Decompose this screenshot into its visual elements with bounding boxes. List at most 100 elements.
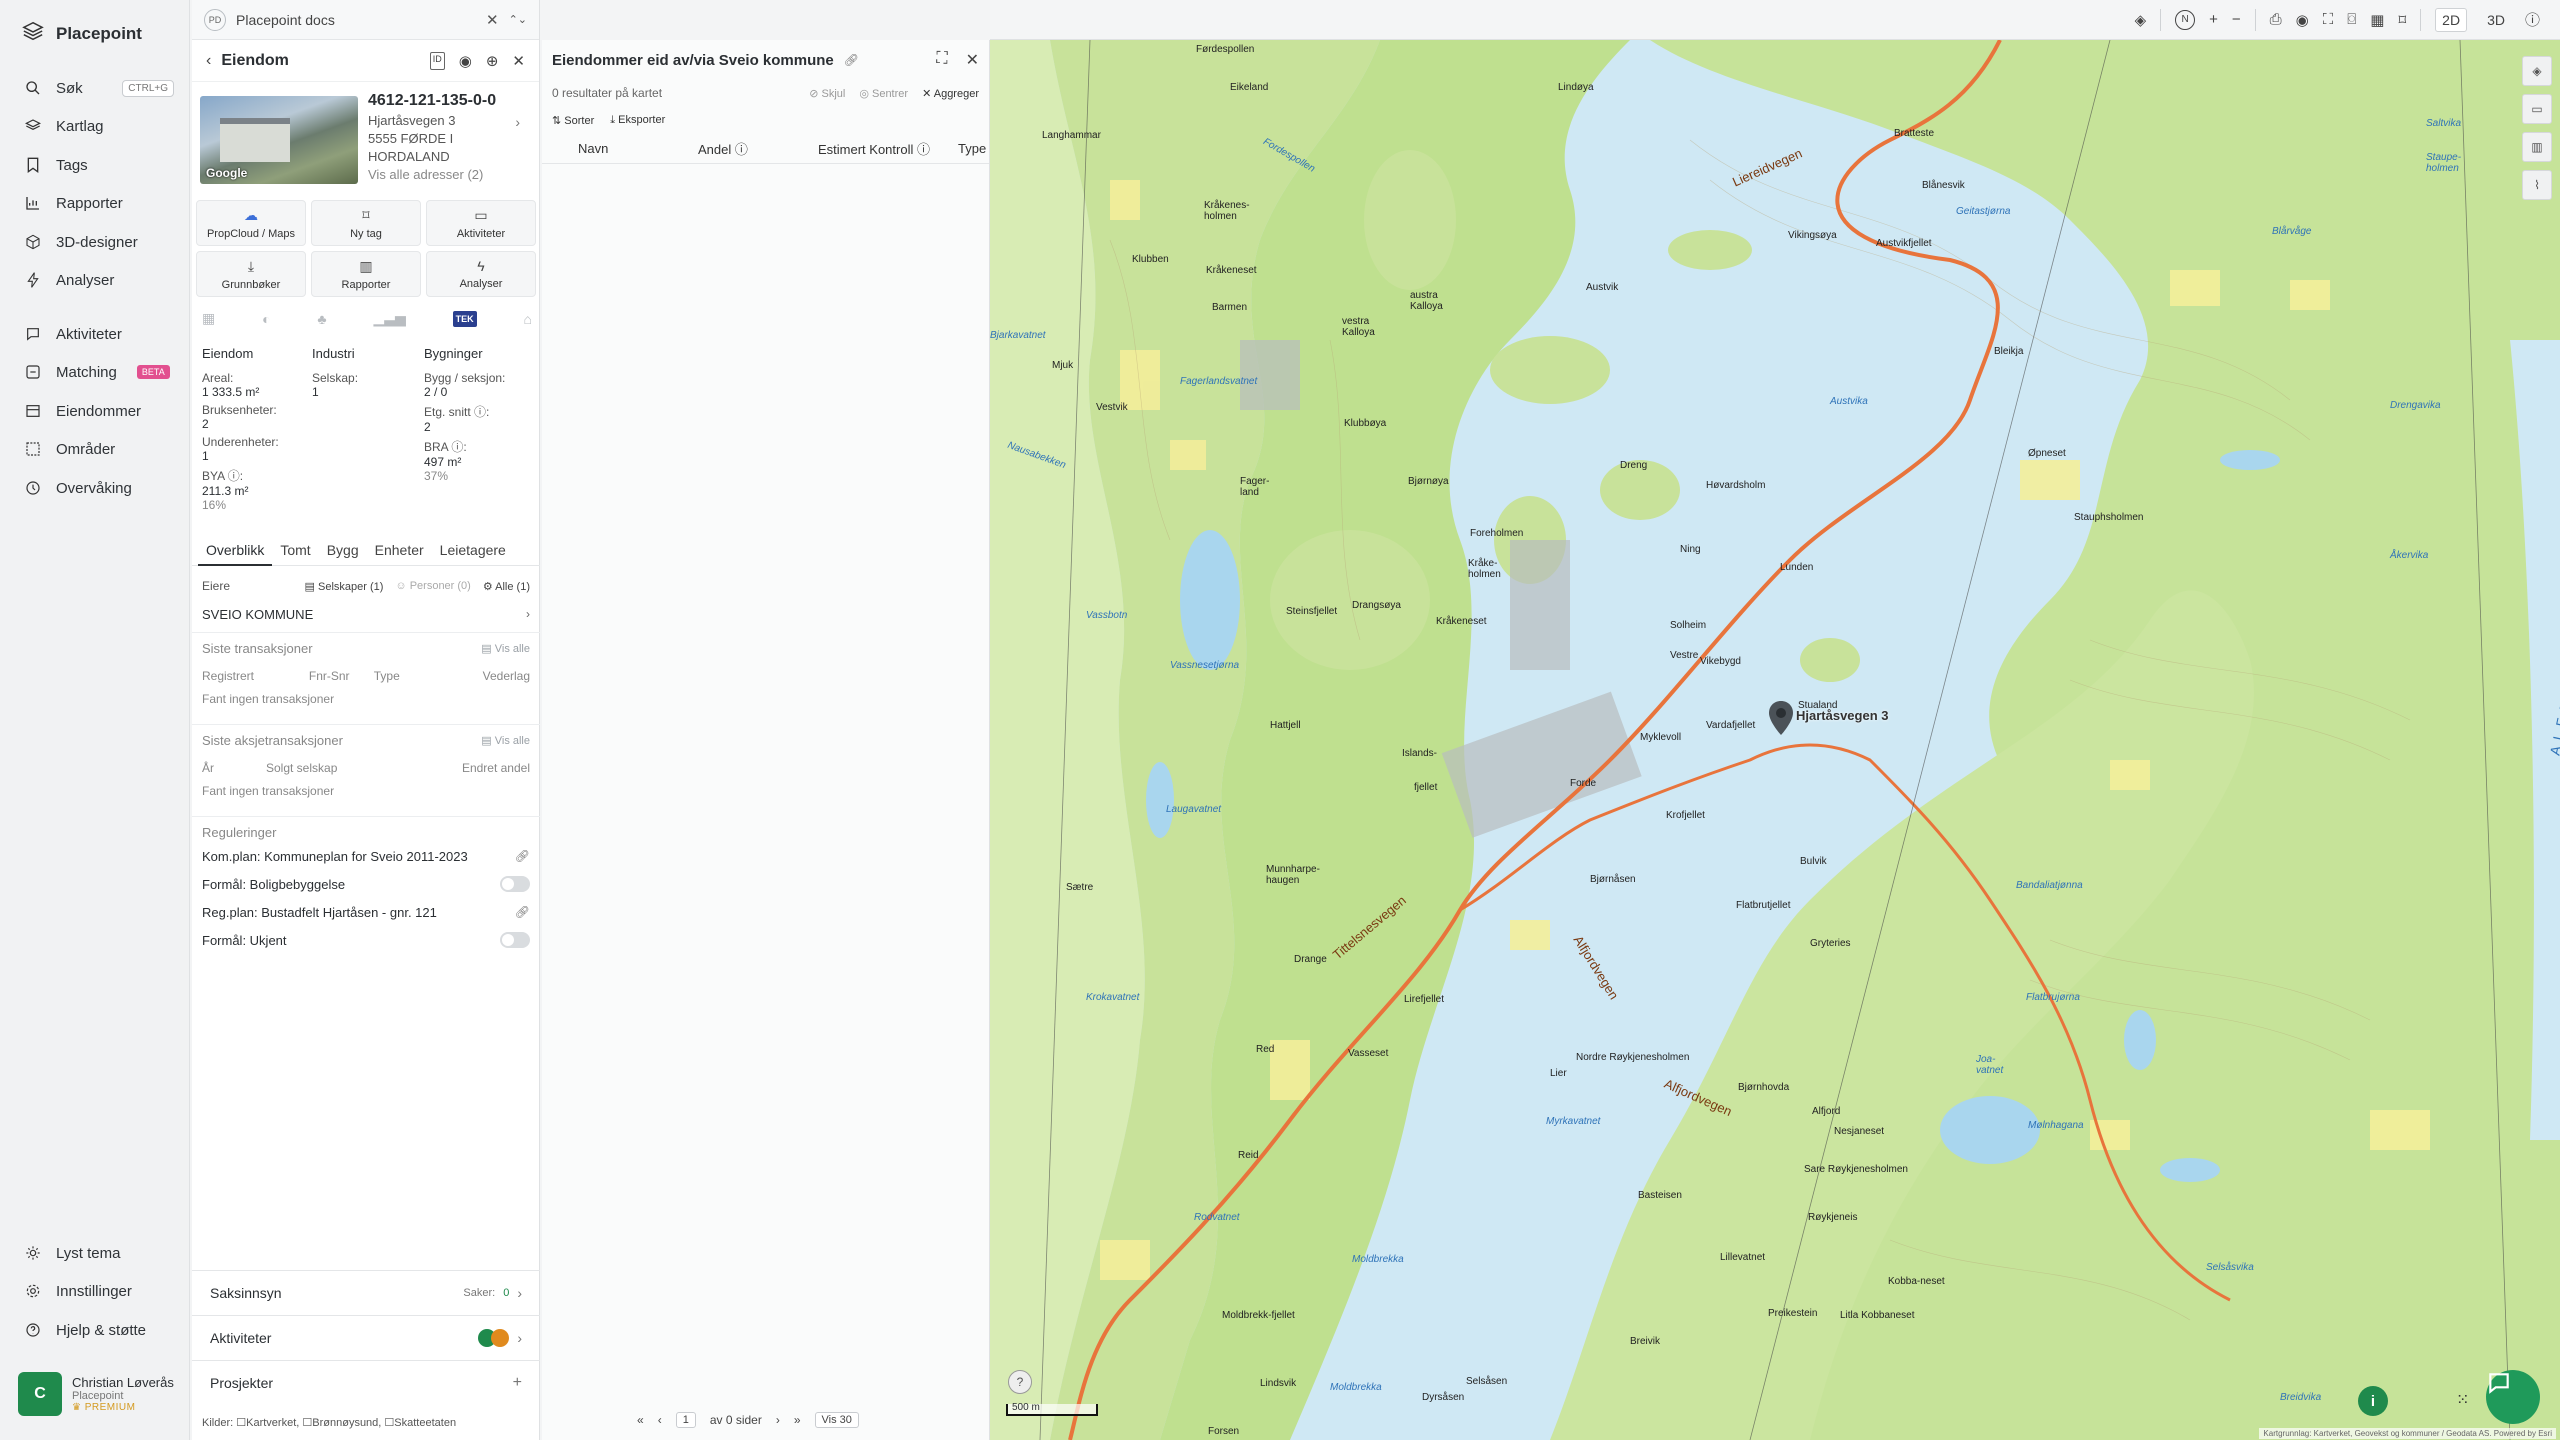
accordion-saksinnsyn[interactable]: Saksinnsyn Saker: 0 › [192, 1270, 540, 1314]
nav-item-help[interactable]: Hjelp & støtte [24, 1316, 174, 1344]
print-icon[interactable]: ⎙ [2270, 11, 2282, 28]
prev-page-icon[interactable]: ‹ [658, 1413, 662, 1427]
col-header[interactable]: Navn [578, 141, 698, 156]
profile-tool-icon[interactable]: ⌇ [2522, 170, 2552, 200]
eye-icon[interactable]: ◉ [2296, 11, 2309, 29]
tab-overblikk[interactable]: Overblikk [198, 542, 273, 566]
tek-badge[interactable]: TEK [452, 310, 477, 327]
back-icon[interactable]: ‹ [206, 52, 211, 70]
chevron-right-icon[interactable]: › [515, 114, 520, 130]
street-view-photo[interactable]: Google [200, 96, 358, 184]
apps-grid-icon[interactable]: ⁙ [2456, 1390, 2469, 1410]
owner-row[interactable]: SVEIO KOMMUNE › [202, 604, 530, 624]
tab-bygg[interactable]: Bygg [319, 542, 367, 566]
chat-support-button[interactable] [2486, 1370, 2540, 1424]
nav-item-rapporter[interactable]: Rapporter [24, 189, 174, 217]
col-header[interactable]: Andel ⓘ [698, 139, 818, 158]
filter-persons[interactable]: ☺ Personer (0) [395, 580, 470, 593]
user-profile[interactable]: C Christian Løverås Placepoint ♛ PREMIUM [18, 1372, 174, 1416]
filter-all[interactable]: ⚙ Alle (1) [483, 580, 530, 593]
bars-icon[interactable]: ▁▃▅ [373, 310, 405, 327]
regulation-toggle[interactable] [500, 876, 530, 892]
link-icon[interactable]: 🔗︎ [844, 53, 859, 67]
compass-icon[interactable]: N [2175, 9, 2196, 30]
sort-button[interactable]: ⇅ Sorter [552, 114, 594, 127]
nav-item-search[interactable]: Søk CTRL+G [24, 74, 174, 102]
add-project-icon[interactable]: + [513, 1374, 522, 1392]
regulation-row[interactable]: Reg.plan: Bustadfelt Hjartåsen - gnr. 12… [202, 898, 530, 926]
zoom-in-icon[interactable]: + [2209, 11, 2218, 28]
close-icon[interactable]: ✕ [512, 52, 525, 70]
export-button[interactable]: ⤓ Eksporter [610, 114, 665, 127]
expand-icon[interactable]: ⛶ [936, 50, 947, 70]
layers-icon[interactable]: ◈ [2135, 11, 2147, 29]
view-2d-button[interactable]: 2D [2435, 7, 2468, 32]
page-size-select[interactable]: Vis 30 [814, 1412, 859, 1428]
link-icon[interactable]: 🔗︎ [515, 905, 530, 919]
accordion-prosjekter[interactable]: Prosjekter + [192, 1360, 540, 1404]
nav-item-matching[interactable]: Matching BETA [24, 358, 174, 386]
activities-button[interactable]: ▭ Aktiviteter [426, 200, 536, 246]
view-all-link[interactable]: ▤ Vis alle [481, 734, 530, 747]
nav-item-light-theme[interactable]: Lyst tema [24, 1239, 174, 1267]
center-button[interactable]: ◎ Sentrer [859, 87, 908, 100]
nav-item-tags[interactable]: Tags [24, 151, 174, 179]
chevron-updown-icon[interactable]: ⌃⌄ [509, 13, 527, 26]
bookmark-icon[interactable]: ⌑ [2398, 11, 2406, 29]
source-link[interactable]: ☐Brønnøysund, [302, 1417, 381, 1429]
layers-tool-icon[interactable]: ◈ [2522, 56, 2552, 86]
new-tag-button[interactable]: ⌑ Ny tag [311, 200, 421, 246]
tab-tomt[interactable]: Tomt [272, 542, 318, 566]
col-header[interactable]: Type [958, 141, 986, 156]
source-link[interactable]: ☐Kartverket, [236, 1417, 299, 1429]
all-addresses-link[interactable]: Vis alle adresser (2) [368, 168, 528, 182]
filter-companies[interactable]: ▤ Selskaper (1) [305, 580, 384, 593]
doc-tab-title[interactable]: Placepoint docs [236, 12, 476, 28]
col-header[interactable]: Estimert Kontroll ⓘ [818, 139, 958, 158]
brand[interactable]: Placepoint [22, 20, 142, 47]
regulation-toggle[interactable] [500, 932, 530, 948]
camera-icon[interactable]: ⌼ [2347, 11, 2356, 28]
link-icon[interactable]: 🔗︎ [515, 849, 530, 863]
last-page-icon[interactable]: » [794, 1413, 801, 1427]
next-page-icon[interactable]: › [776, 1413, 780, 1427]
page-input[interactable]: 1 [675, 1412, 696, 1428]
land-registry-button[interactable]: ⤓ Grunnbøker [196, 251, 306, 297]
fullscreen-icon[interactable]: ⛶ [2323, 11, 2334, 28]
nav-item-eiendommer[interactable]: Eiendommer [24, 397, 174, 425]
house-icon[interactable]: ⌂ [524, 311, 532, 327]
source-a-icon[interactable]: ▦ [202, 310, 215, 327]
target-icon[interactable]: ⊕ [486, 52, 499, 70]
ruler-tool-icon[interactable]: ▭ [2522, 94, 2552, 124]
tab-leietagere[interactable]: Leietagere [432, 542, 514, 566]
eye-icon[interactable]: ◉ [459, 52, 472, 70]
help-icon[interactable]: ? [1008, 1370, 1032, 1394]
first-page-icon[interactable]: « [637, 1413, 644, 1427]
close-icon[interactable]: ✕ [966, 50, 979, 70]
nav-item-overvaking[interactable]: Overvåking [24, 474, 174, 502]
hide-button[interactable]: ⊘ Skjul [809, 87, 845, 100]
info-icon[interactable]: ⓘ [2525, 9, 2540, 30]
source-c-icon[interactable]: ♣ [317, 311, 326, 327]
aggregate-button[interactable]: ✕ Aggreger [922, 87, 979, 100]
nav-item-kartlag[interactable]: Kartlag [24, 112, 174, 140]
nav-item-settings[interactable]: Innstillinger [24, 1277, 174, 1305]
source-link[interactable]: ☐Skatteetaten [384, 1417, 456, 1429]
reports-button[interactable]: ▥ Rapporter [311, 251, 421, 297]
propcloud-button[interactable]: ☁ PropCloud / Maps [196, 200, 306, 246]
regulation-row[interactable]: Kom.plan: Kommuneplan for Sveio 2011-202… [202, 842, 530, 870]
zoom-out-icon[interactable]: − [2232, 11, 2241, 28]
source-b-icon[interactable]: ◐ [262, 311, 270, 327]
id-card-icon[interactable]: ID [429, 51, 445, 70]
view-all-link[interactable]: ▤ Vis alle [481, 642, 530, 655]
accordion-aktiviteter[interactable]: Aktiviteter › [192, 1315, 540, 1359]
nav-item-omrader[interactable]: Områder [24, 435, 174, 463]
close-icon[interactable]: ✕ [486, 11, 499, 29]
nav-item-aktiviteter[interactable]: Aktiviteter [24, 320, 174, 348]
chart-tool-icon[interactable]: ▥ [2522, 132, 2552, 162]
map-canvas[interactable]: Førdespollen Eikeland Lindøya Langhammar… [990, 40, 2560, 1440]
view-3d-button[interactable]: 3D [2481, 9, 2511, 31]
grid-icon[interactable]: ▦ [2370, 11, 2384, 29]
nav-item-analyser[interactable]: Analyser [24, 266, 174, 294]
tab-enheter[interactable]: Enheter [367, 542, 432, 566]
